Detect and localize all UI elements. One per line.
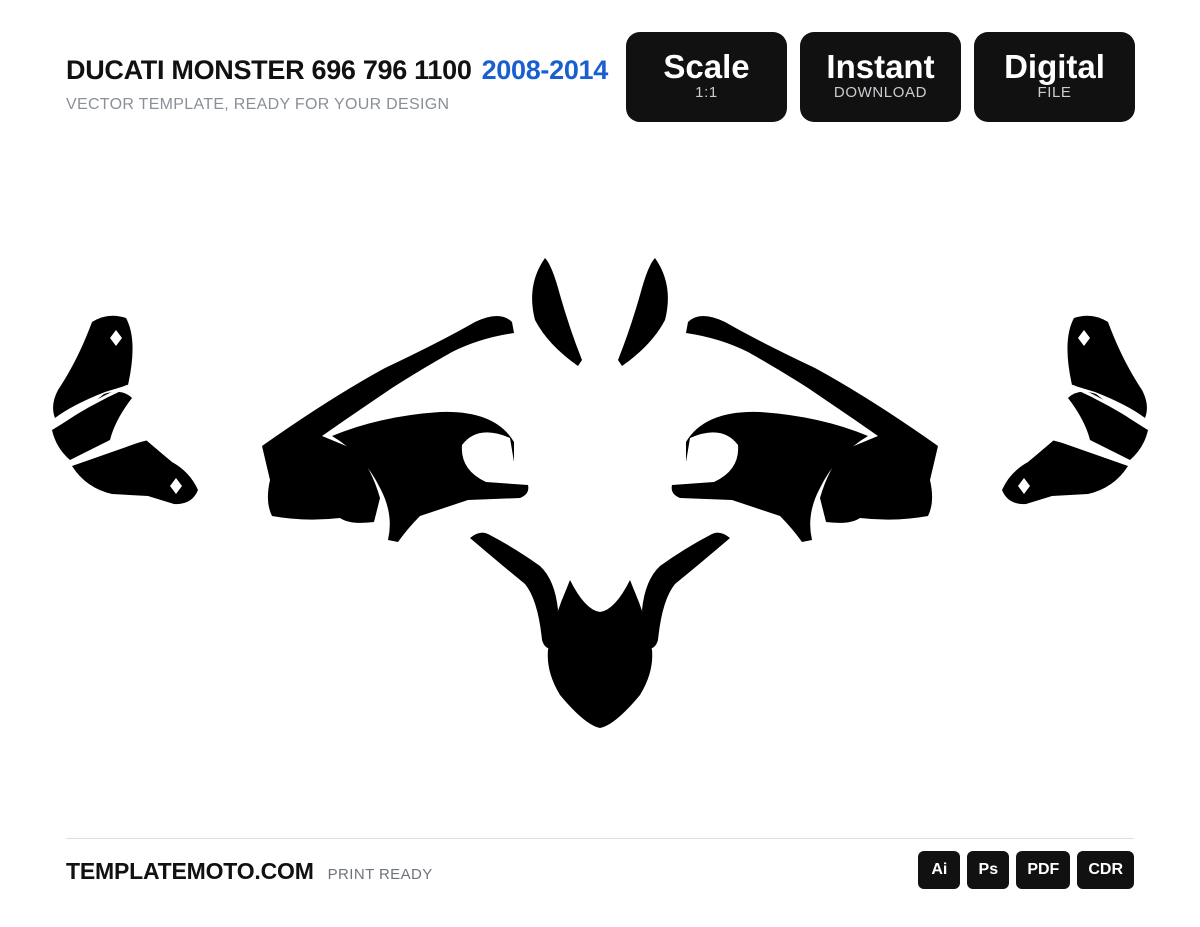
badge-caption: FILE <box>1037 84 1072 101</box>
badge-caption: 1:1 <box>695 84 718 101</box>
format-cdr-badge: CDR <box>1077 851 1134 889</box>
template-left-half <box>52 258 600 728</box>
instant-download-badge: Instant DOWNLOAD <box>800 32 961 122</box>
format-ai-badge: Ai <box>918 851 961 889</box>
digital-file-badge: Digital FILE <box>974 32 1135 122</box>
template-artwork <box>51 258 1149 728</box>
template-right-half <box>600 258 1148 728</box>
badge-title: Instant <box>826 48 935 85</box>
cut-lines <box>51 384 1149 464</box>
page-title: DUCATI MONSTER 696 796 1100 2008-2014 <box>66 54 608 86</box>
site-name: TEMPLATEMOTO.COM <box>66 858 314 884</box>
feature-badges: Scale 1:1 Instant DOWNLOAD Digital FILE <box>626 32 1135 122</box>
format-pdf-badge: PDF <box>1016 851 1071 889</box>
model-years: 2008-2014 <box>481 55 609 85</box>
scale-badge: Scale 1:1 <box>626 32 787 122</box>
badge-title: Scale <box>663 48 750 85</box>
page-subtitle: VECTOR TEMPLATE, READY FOR YOUR DESIGN <box>66 96 450 113</box>
header: DUCATI MONSTER 696 796 1100 2008-2014 VEC… <box>66 54 608 114</box>
badge-title: Digital <box>1004 48 1105 85</box>
file-formats: Ai Ps PDF CDR <box>918 851 1134 889</box>
footer-divider <box>66 838 1134 839</box>
model-title: DUCATI MONSTER 696 796 1100 <box>66 55 472 85</box>
footer-brand: TEMPLATEMOTO.COM PRINT READY <box>66 858 433 885</box>
format-ps-badge: Ps <box>967 851 1010 889</box>
badge-caption: DOWNLOAD <box>833 84 928 101</box>
print-ready-label: PRINT READY <box>327 866 433 883</box>
